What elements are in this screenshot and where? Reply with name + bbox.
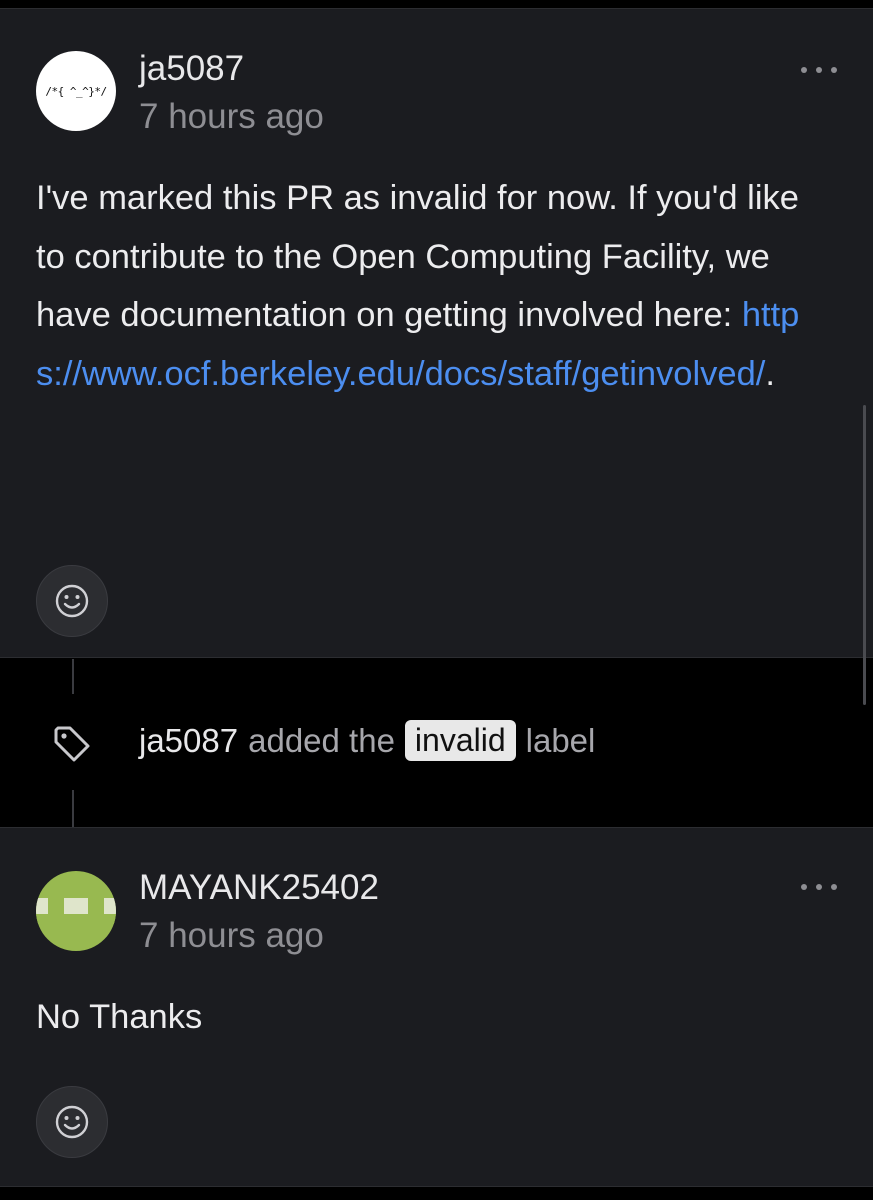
event-description: ja5087 added the invalid label [139, 720, 595, 761]
comment-author[interactable]: ja5087 [139, 49, 244, 89]
comment-author[interactable]: MAYANK25402 [139, 868, 379, 908]
avatar-text: /*{ ^_^}*/ [45, 84, 107, 98]
event-user[interactable]: ja5087 [139, 722, 238, 760]
comment-body-text: I've marked this PR as invalid for now. … [36, 179, 799, 334]
event-suffix: label [525, 721, 596, 759]
timeline-event: ja5087 added the invalid label [0, 700, 873, 785]
avatar[interactable]: /*{ ^_^}*/ [36, 51, 116, 131]
smiley-icon [55, 584, 89, 618]
more-horizontal-icon[interactable] [801, 882, 837, 892]
timeline-connector [72, 790, 74, 827]
comment-card: /*{ ^_^}*/ ja5087 7 hours ago I've marke… [0, 8, 873, 658]
avatar[interactable] [36, 871, 116, 951]
comment-body: No Thanks [36, 988, 836, 1047]
comment-timestamp: 7 hours ago [139, 97, 324, 136]
tag-icon [54, 726, 90, 762]
scrollbar[interactable] [863, 405, 866, 705]
comment-body-suffix: . [765, 354, 775, 393]
more-horizontal-icon[interactable] [801, 65, 837, 75]
comment-body: I've marked this PR as invalid for now. … [36, 169, 836, 403]
add-reaction-button[interactable] [36, 565, 108, 637]
timeline-connector [72, 659, 74, 694]
smiley-icon [55, 1105, 89, 1139]
label-badge[interactable]: invalid [404, 720, 516, 761]
comment-card: MAYANK25402 7 hours ago No Thanks [0, 827, 873, 1187]
event-action: added the [248, 721, 395, 759]
add-reaction-button[interactable] [36, 1086, 108, 1158]
comment-timestamp: 7 hours ago [139, 916, 324, 955]
comment-body-text: No Thanks [36, 998, 203, 1036]
